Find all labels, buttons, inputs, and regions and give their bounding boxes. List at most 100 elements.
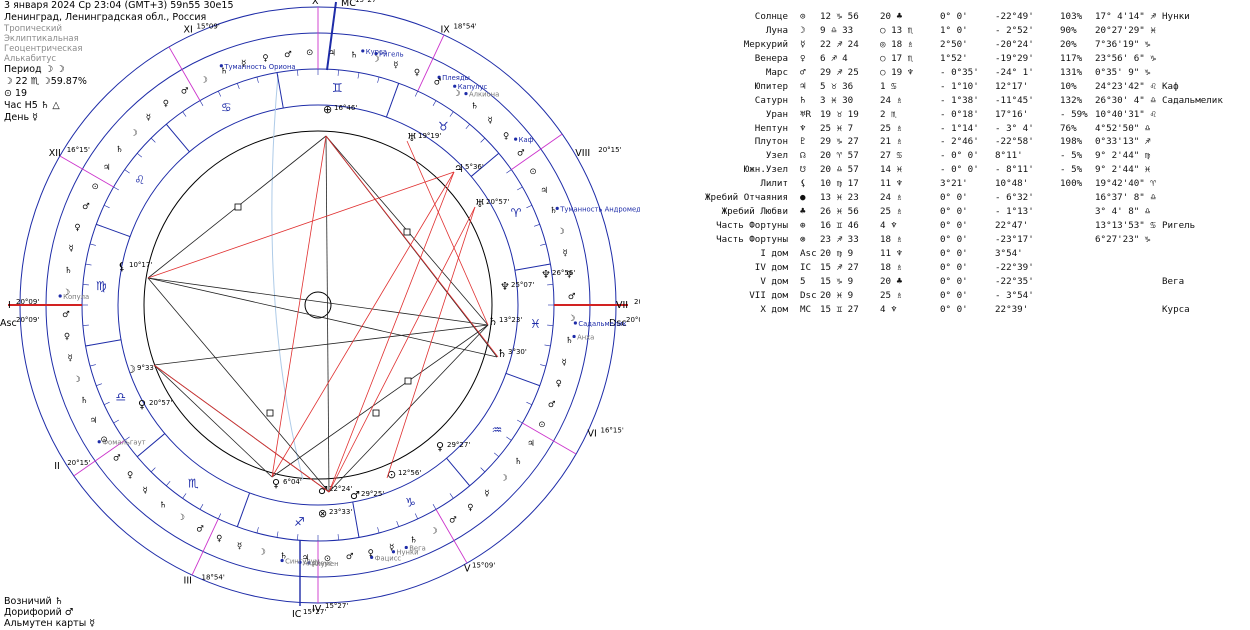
row-declination: -22°39'	[995, 261, 1034, 273]
ring-ruler-glyph: ☽	[130, 128, 138, 138]
row-speed-percent: - 5%	[1060, 164, 1083, 176]
row-name: Уран	[765, 108, 788, 120]
row-lunar-mansion: 14 ♓	[880, 164, 903, 176]
ring-ruler-glyph: ☽	[453, 89, 461, 99]
row-declination: 17°16'	[995, 108, 1029, 120]
row-latitude: 0° 0'	[940, 192, 968, 204]
star-dot	[514, 137, 518, 141]
row-latitude: - 0°18'	[940, 108, 979, 120]
row-latitude: - 1°10'	[940, 80, 979, 92]
ring-ruler-glyph: ☽	[430, 526, 438, 536]
ring-ruler-glyph: ♄	[64, 266, 72, 276]
ring-ruler-glyph: ♄	[566, 336, 574, 346]
ring-ruler-glyph: ☿	[393, 60, 398, 70]
row-lunar-mansion: ○ 19 ♆	[880, 66, 914, 78]
row-fixed-star: Ригель	[1162, 220, 1196, 232]
row-name: V дом	[760, 275, 788, 287]
zodiac-tick	[150, 467, 156, 473]
row-latitude: 0° 0'	[940, 206, 968, 218]
fixed-star-label: Ригель	[379, 51, 404, 59]
ring-ruler-glyph: ♀	[64, 332, 70, 342]
row-latitude: - 0° 0'	[940, 150, 979, 162]
planet-degree-label: 13°23'	[499, 316, 522, 324]
row-glyph: 5	[800, 275, 806, 287]
row-glyph: ♇	[800, 136, 806, 148]
ring-ruler-glyph: ♄	[350, 50, 358, 60]
zodiac-sign-glyph: ♍	[96, 279, 107, 293]
ring-ruler-glyph: ♃	[302, 554, 310, 564]
ring-ruler-glyph: ♀	[503, 132, 509, 142]
zodiac-sign-glyph: ♒	[492, 423, 503, 437]
row-declination: 10°48'	[995, 178, 1029, 190]
zodiac-tick	[337, 69, 339, 76]
row-name: IV дом	[754, 261, 788, 273]
zodiac-sign-glyph: ♐	[294, 515, 305, 529]
dsc-degree-label: 20°09'	[626, 316, 640, 324]
ring-ruler-glyph: ☿	[237, 542, 242, 552]
ic-label: IC	[292, 609, 302, 620]
planet-degree-label: 10°17'	[129, 261, 152, 269]
zodiac-tick	[449, 493, 454, 499]
row-declination: 3°54'	[995, 247, 1023, 259]
natal-chart-wheel[interactable]: ♈♉♊♋♌♍♎♏♐♑♒♓I 20°09'II 20°15'III 18°54'IV 15…	[0, 0, 640, 630]
row-lunar-mansion: 20 ♣	[880, 275, 903, 287]
planet-degree-label: 29°27'	[447, 441, 470, 449]
aspect-line-tension	[153, 364, 330, 493]
planet-glyph: ⊗	[318, 507, 327, 520]
planet-degree-label: 25°07'	[511, 281, 534, 289]
aspect-square-marker	[266, 409, 274, 417]
zodiac-tick	[480, 137, 486, 143]
zodiac-tick	[540, 364, 547, 367]
aspect-square-marker	[372, 409, 380, 417]
row-position: 20 ♍ 9	[820, 247, 854, 259]
row-lunar-mansion: 27 ♋	[880, 150, 903, 162]
row-speed-percent: 76%	[1060, 122, 1077, 134]
zodiac-sign-glyph: ♓	[530, 317, 541, 331]
row-position: 19 ♉ 19	[820, 108, 859, 120]
ring-ruler-glyph: ♂	[284, 50, 292, 60]
row-fixed-star: Курса	[1162, 303, 1190, 315]
row-right-ascension: 13°13'53" ♋	[1095, 220, 1156, 232]
row-declination: - 3° 4'	[995, 122, 1034, 134]
row-latitude: 3°21'	[940, 178, 968, 190]
fixed-star-label: Каф	[519, 136, 534, 144]
ring-ruler-glyph: ♂	[346, 552, 354, 562]
row-right-ascension: 7°36'19" ♑	[1095, 38, 1151, 50]
row-glyph: ☿	[800, 38, 806, 50]
ring-ruler-glyph: ♄	[410, 536, 418, 546]
fixed-star-label: Туманность Ориона	[223, 63, 295, 71]
house-degree-label: 15°09'	[472, 561, 495, 569]
zodiac-tick	[517, 419, 523, 424]
ring-ruler-glyph: ☽	[200, 76, 208, 86]
zodiac-tick	[96, 383, 102, 386]
ring-ruler-glyph: ♂	[568, 292, 576, 302]
zodiac-tick	[534, 224, 540, 227]
zodiac-tick	[89, 364, 96, 367]
row-declination: -11°45'	[995, 94, 1034, 106]
row-latitude: 2°50'	[940, 38, 968, 50]
row-lunar-mansion: 20 ♣	[880, 11, 903, 22]
row-glyph: ♣	[800, 206, 806, 218]
row-position: 15 ♐ 27	[820, 261, 859, 273]
house-number-label: III	[184, 576, 192, 587]
ring-ruler-glyph: ☽	[568, 314, 576, 324]
zodiac-tick	[540, 243, 547, 246]
house-degree-label: 18°54'	[202, 574, 225, 582]
aspect-square-marker	[404, 377, 412, 385]
sign-divider	[352, 501, 360, 538]
row-glyph: ☋	[800, 164, 806, 176]
row-position: 12 ♑ 56	[820, 11, 859, 22]
ring-ruler-glyph: ☿	[484, 489, 489, 499]
planet-degree-label: 23°33'	[329, 508, 352, 516]
zodiac-tick	[414, 513, 419, 520]
row-glyph: IC	[800, 261, 812, 273]
row-latitude: 0° 0'	[940, 275, 968, 287]
planet-degree-label: 9°33'	[137, 364, 156, 372]
ring-ruler-glyph: ☽	[73, 375, 81, 385]
zodiac-tick	[199, 100, 204, 106]
row-lunar-mansion: 11 ♆	[880, 178, 903, 190]
zodiac-tick	[85, 263, 92, 266]
ring-ruler-glyph: ☿	[146, 113, 151, 123]
ring-ruler-glyph: ☿	[562, 358, 567, 368]
row-right-ascension: 16°37' 8" ♎	[1095, 192, 1156, 204]
